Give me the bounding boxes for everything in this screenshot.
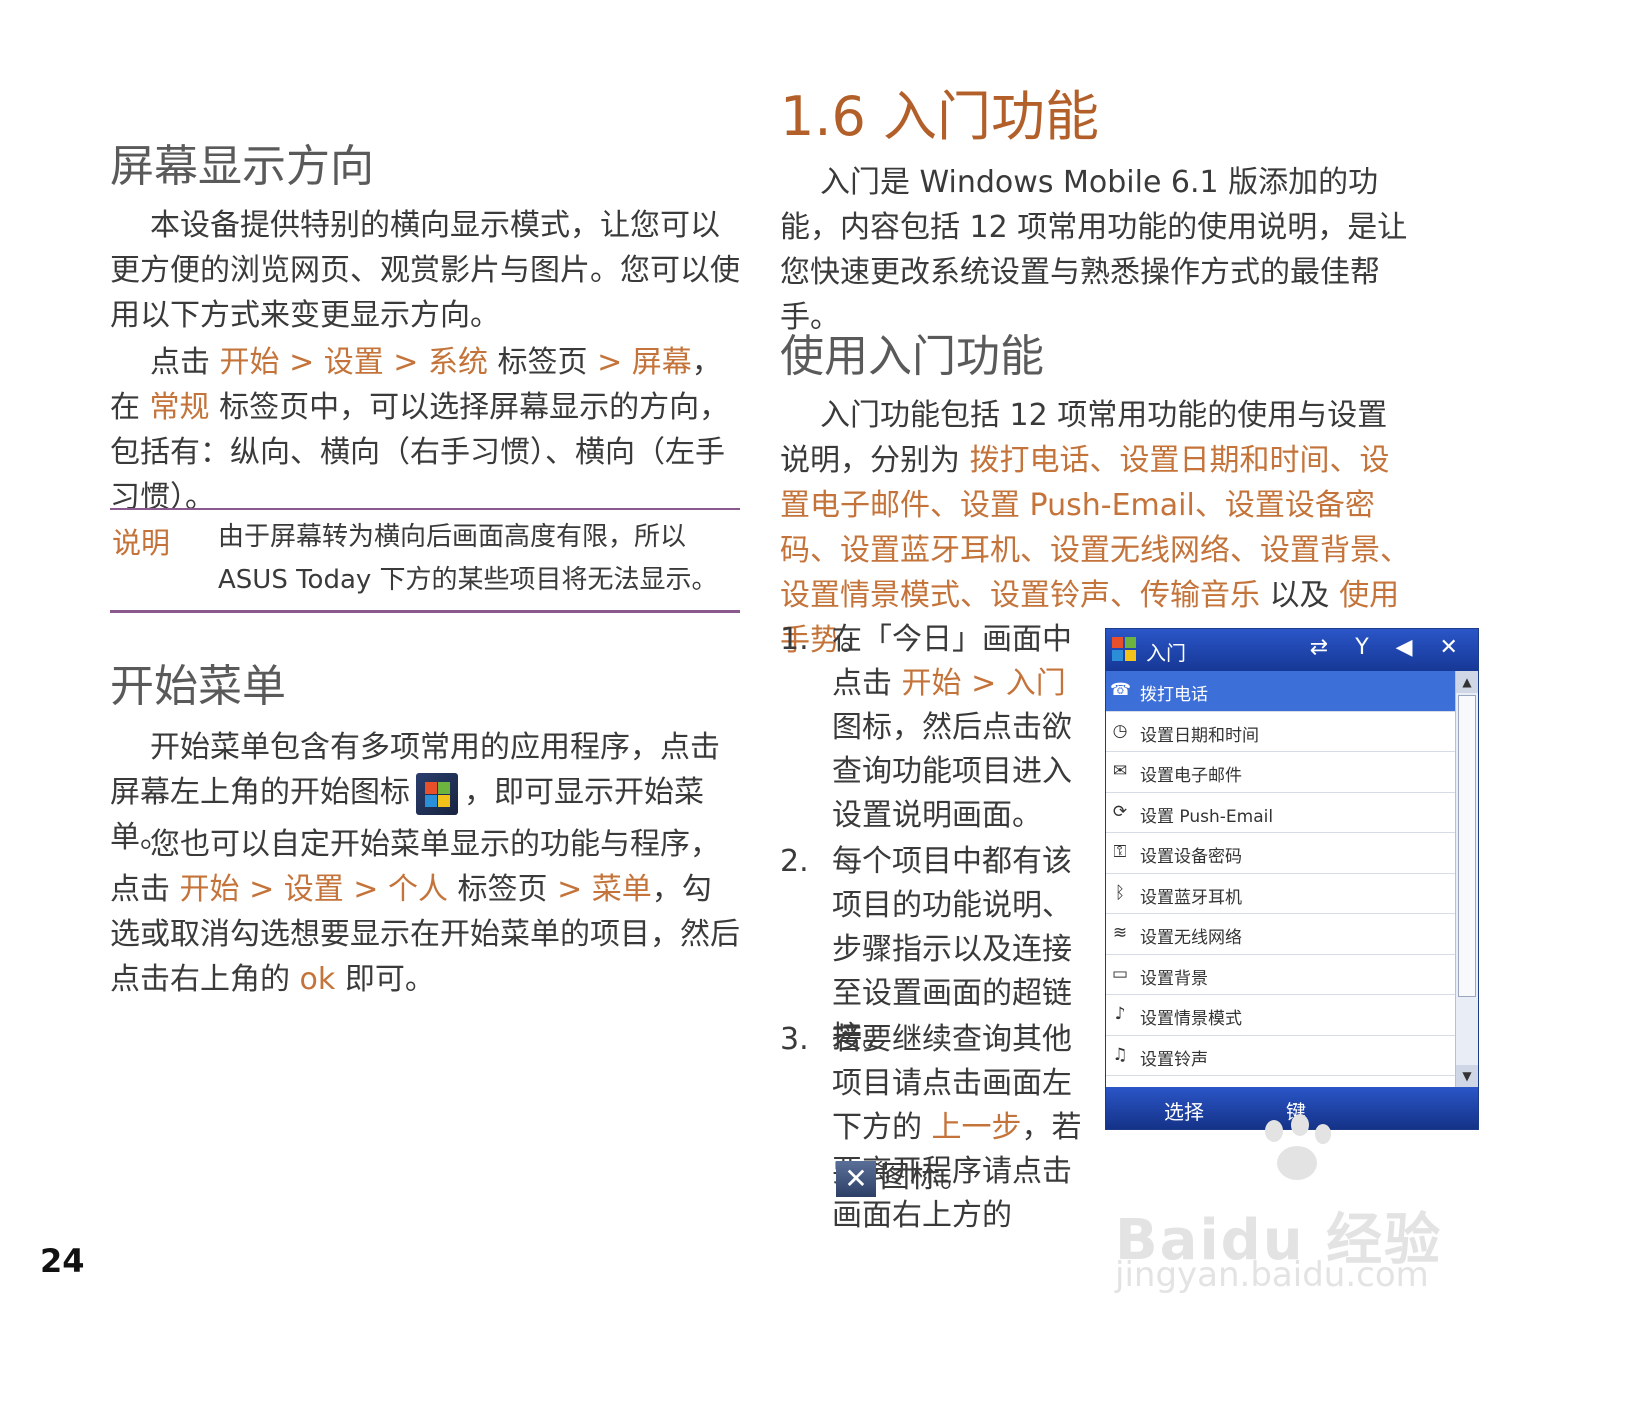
list-item[interactable]: ⟳ 设置 Push-Email xyxy=(1106,793,1456,833)
list-item-label: 设置背景 xyxy=(1140,968,1208,989)
list-item-label: 设置电子邮件 xyxy=(1140,766,1242,786)
link-general: 常规 xyxy=(149,390,210,425)
background-icon: ▭ xyxy=(1111,963,1129,984)
clock-icon: ◷ xyxy=(1112,720,1128,741)
phone-title-bar: 入门 ⇄ Y ◀ ✕ xyxy=(1106,629,1478,671)
key-icon: ⚿ xyxy=(1113,842,1127,862)
step-text: 在「今日」画面中点击 开始 > 入门 图标，然后点击欲查询功能项目进入设置说明画… xyxy=(832,618,1094,838)
step-text: 若要继续查询其他项目请点击画面左下方的 上一步，若要离开程序请点击画面右上方的 xyxy=(832,1018,1094,1238)
separator: > xyxy=(557,872,592,907)
ringtone-icon: ♫ xyxy=(1112,1044,1128,1065)
text: 图标，然后点击欲查询功能项目进入设置说明画面。 xyxy=(832,710,1072,833)
status-icons: ⇄ Y ◀ ✕ xyxy=(1309,635,1468,660)
list-item[interactable]: ♪ 设置情景模式 xyxy=(1106,995,1456,1036)
list-item-label: 设置铃声 xyxy=(1140,1049,1208,1070)
scroll-down-icon[interactable]: ▼ xyxy=(1456,1065,1478,1087)
list-item[interactable]: ≋ 设置无线网络 xyxy=(1106,914,1456,955)
separator: > xyxy=(239,872,284,907)
chapter-title: 1.6 入门功能 xyxy=(780,85,1100,148)
separator: > xyxy=(597,345,632,380)
link-start: 开始 xyxy=(179,872,240,907)
separator: > xyxy=(383,345,428,380)
phone-screenshot: 入门 ⇄ Y ◀ ✕ ☎ 拨打电话 ◷ 设置日期和时间 ✉ 设置电子邮件 ⟳ 设置 Push-… xyxy=(1105,628,1479,1130)
list-item[interactable]: ♫ 设置铃声 xyxy=(1106,1036,1456,1076)
list-item-label: 设置日期和时间 xyxy=(1140,725,1259,746)
link-settings: 设置 xyxy=(283,872,344,907)
list-item[interactable]: ✉ 设置电子邮件 xyxy=(1106,752,1456,793)
link-start: 开始 xyxy=(219,345,280,380)
separator: > xyxy=(279,345,324,380)
link-settings: 设置 xyxy=(323,345,384,380)
list-item-label: 设置蓝牙耳机 xyxy=(1140,887,1242,908)
wireless-icon: ≋ xyxy=(1112,923,1128,943)
list-item-label: 设置无线网络 xyxy=(1140,928,1242,948)
section-title-screen-orientation: 屏幕显示方向 xyxy=(110,141,374,192)
list-item[interactable]: ◷ 设置日期和时间 xyxy=(1106,712,1456,752)
getting-started-list: ☎ 拨打电话 ◷ 设置日期和时间 ✉ 设置电子邮件 ⟳ 设置 Push-Email ⚿ 设置设备密… xyxy=(1106,671,1456,1117)
separator: > xyxy=(343,872,388,907)
paragraph-orientation-intro: 本设备提供特别的横向显示模式，让您可以更方便的浏览网页、观赏影片与图片。您可以使… xyxy=(110,208,740,333)
page-number: 24 xyxy=(40,1242,85,1280)
text: 标签页 xyxy=(447,872,558,907)
step-number: 3. xyxy=(780,1022,809,1057)
text: 即可。 xyxy=(335,962,435,997)
close-icon: ✕ xyxy=(836,1160,876,1197)
paragraph-getting-started-intro: 入门是 Windows Mobile 6.1 版添加的功能，内容包括 12 项常… xyxy=(780,165,1408,335)
section-title-start-menu: 开始菜单 xyxy=(110,661,286,712)
list-item-label: 拨打电话 xyxy=(1140,685,1208,705)
windows-logo-icon[interactable] xyxy=(1112,637,1138,663)
step-number: 2. xyxy=(780,844,809,879)
list-item-label: 设置情景模式 xyxy=(1140,1009,1242,1029)
profile-icon: ♪ xyxy=(1114,1004,1126,1024)
mail-icon: ✉ xyxy=(1112,761,1128,781)
paragraph-start-menu-customize: 您也可以自定开始菜单显示的功能与程序，点击 开始 > 设置 > 个人 标签页 >… xyxy=(110,822,740,1002)
watermark-url: jingyan.baidu.com xyxy=(1115,1255,1429,1295)
scrollbar[interactable]: ▲ ▼ xyxy=(1455,671,1478,1087)
scroll-up-icon[interactable]: ▲ xyxy=(1456,671,1478,693)
scroll-thumb[interactable] xyxy=(1458,695,1476,997)
link-back: 上一步 xyxy=(931,1110,1022,1145)
section-title-use-getting-started: 使用入门功能 xyxy=(780,331,1044,382)
text: 点击 xyxy=(150,345,220,380)
baidu-paw-icon xyxy=(1255,1114,1335,1200)
baidu-watermark: Baidu 经验 jingyan.baidu.com xyxy=(1115,1114,1495,1295)
link-ok: ok xyxy=(299,962,336,997)
push-icon: ⟳ xyxy=(1112,801,1128,822)
link-menu: 菜单 xyxy=(591,872,652,907)
list-item[interactable]: ☎ 拨打电话 xyxy=(1106,671,1456,712)
start-icon xyxy=(416,772,458,815)
text: 标签页 xyxy=(487,345,598,380)
link-screen: 屏幕 xyxy=(631,345,692,380)
link-system: 系统 xyxy=(427,345,488,380)
bluetooth-icon: ᛒ xyxy=(1114,882,1126,903)
text: 图标。 xyxy=(880,1160,970,1195)
note-label: 说明 xyxy=(112,526,171,560)
note-box: 说明 由于屏幕转为横向后画面高度有限，所以 ASUS Today 下方的某些项目… xyxy=(110,508,740,613)
list-item[interactable]: ▭ 设置背景 xyxy=(1106,955,1456,995)
phone-title: 入门 xyxy=(1146,641,1186,665)
link-personal: 个人 xyxy=(387,872,448,907)
list-item[interactable]: ᛒ 设置蓝牙耳机 xyxy=(1106,874,1456,914)
list-item[interactable]: ⚿ 设置设备密码 xyxy=(1106,833,1456,874)
text: 以及 xyxy=(1260,578,1340,613)
list-item-label: 设置 Push-Email xyxy=(1140,806,1274,827)
note-text: 由于屏幕转为横向后画面高度有限，所以 ASUS Today 下方的某些项目将无法… xyxy=(218,522,718,595)
phone-icon: ☎ xyxy=(1110,680,1132,700)
step-number: 1. xyxy=(780,622,809,657)
paragraph-orientation-steps: 点击 开始 > 设置 > 系统 标签页 > 屏幕，在 常规 标签页中，可以选择屏… xyxy=(110,340,740,520)
link-start-getting-started: 开始 > 入门 xyxy=(901,666,1066,701)
list-item-label: 设置设备密码 xyxy=(1140,847,1242,867)
